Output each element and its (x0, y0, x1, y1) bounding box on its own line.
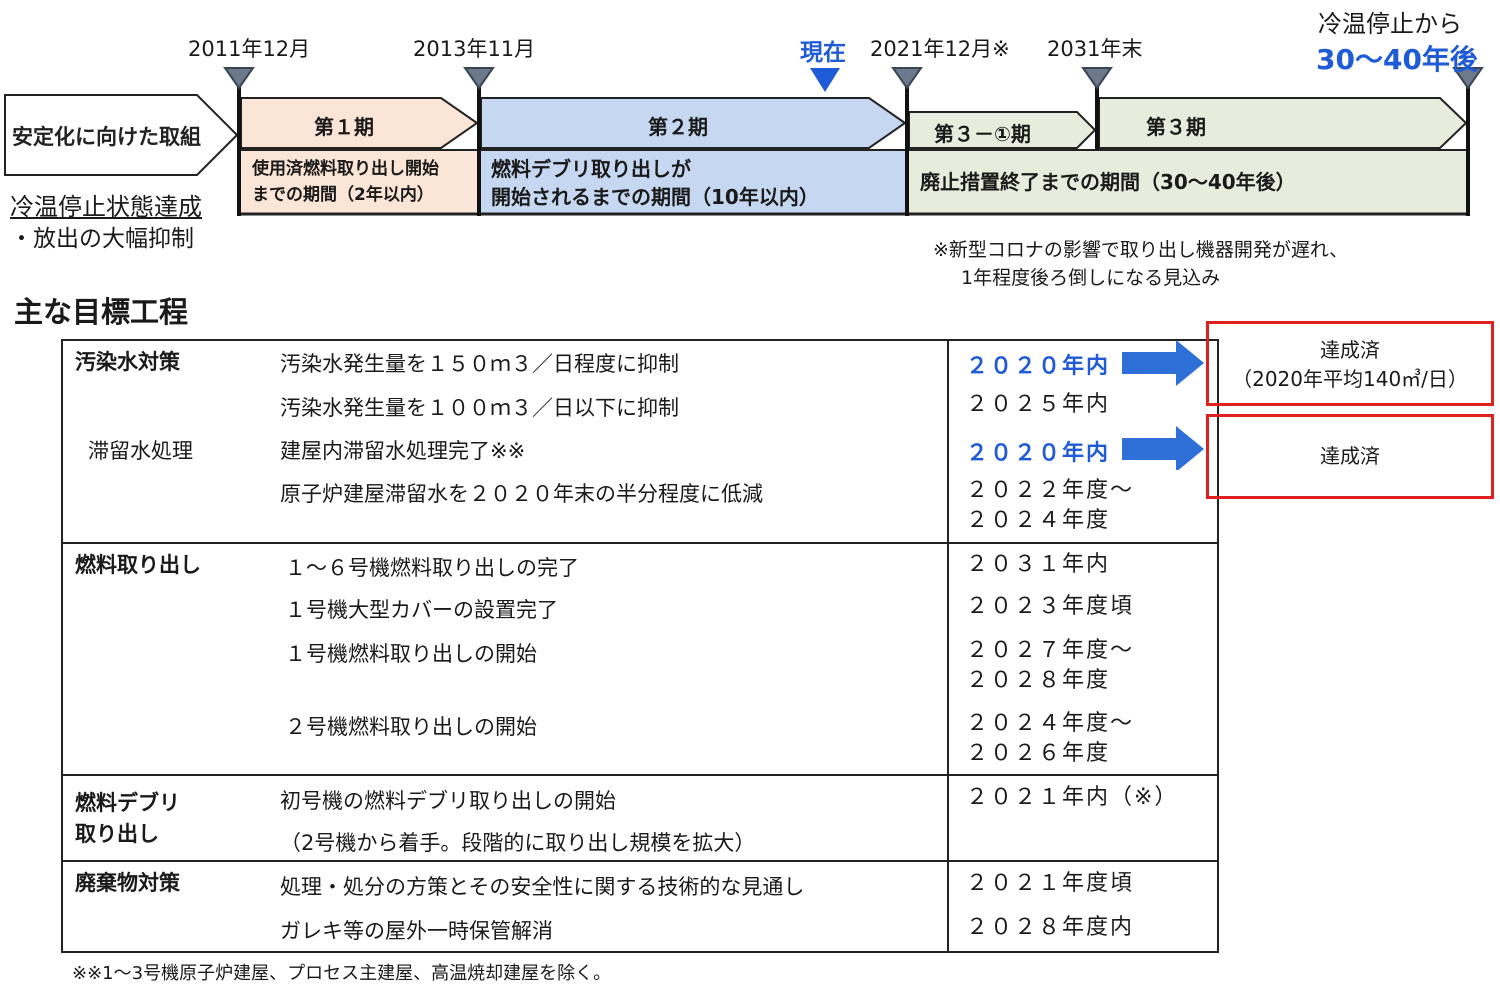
due-debris-1: ２０２１年内（※） (966, 785, 1179, 810)
date-2011: 2011年12月 (188, 37, 311, 61)
date-2021: 2021年12月※ (870, 37, 1010, 61)
category-fuel: 燃料取り出し (75, 553, 201, 577)
phase2-label: 第２期 (648, 115, 708, 139)
phase2-period-line2: 開始されるまでの期間（10年以内） (491, 185, 819, 209)
phase3-period: 廃止措置終了までの期間（30～40年後） (920, 170, 1296, 194)
goals-heading: 主な目標工程 (14, 295, 189, 329)
phase1-label: 第１期 (314, 115, 374, 139)
category-debris-line2: 取り出し (75, 822, 159, 846)
phase3-label: 第３期 (1146, 115, 1206, 139)
target-label-line1: 冷温停止から (1318, 10, 1462, 38)
item-fuel-3: １号機燃料取り出しの開始 (285, 642, 537, 666)
due-water-2: ２０２５年内 (966, 392, 1111, 417)
due-water-3: ２０２０年内 (966, 441, 1111, 466)
item-fuel-2: １号機大型カバーの設置完了 (285, 598, 558, 622)
achieved-box-1-line1: 達成済 (1320, 338, 1380, 362)
item-water-1: 汚染水発生量を１５０ｍ３／日程度に抑制 (280, 352, 679, 376)
suppression-label: ・放出の大幅抑制 (10, 226, 194, 252)
item-debris-1: 初号機の燃料デブリ取り出しの開始 (280, 789, 616, 813)
due-fuel-3b: ２０２８年度 (966, 668, 1111, 693)
due-waste-2: ２０２８年度内 (966, 915, 1135, 940)
achieved-box-1-line2: （2020年平均140㎥/日） (1232, 367, 1468, 391)
item-fuel-4: ２号機燃料取り出しの開始 (285, 715, 537, 739)
target-label-line2: 30～40年後 (1316, 43, 1478, 76)
phase3-1-label: 第３－①期 (934, 122, 1031, 146)
now-marker (810, 68, 840, 92)
item-water-2: 汚染水発生量を１００ｍ３／日以下に抑制 (280, 396, 679, 420)
now-label: 現在 (800, 40, 846, 66)
item-waste-1: 処理・処分の方策とその安全性に関する技術的な見通し (280, 875, 805, 899)
achieved-box-2-label: 達成済 (1320, 444, 1380, 468)
item-debris-2: （2号機から着手。段階的に取り出し規模を拡大） (280, 831, 756, 855)
footnote: ※※1～3号機原子炉建屋、プロセス主建屋、高温焼却建屋を除く。 (72, 963, 612, 984)
due-water-4b: ２０２４年度 (966, 508, 1111, 533)
due-water-4a: ２０２２年度～ (966, 478, 1135, 503)
phase1-period-line1: 使用済燃料取り出し開始 (252, 159, 439, 179)
due-water-1: ２０２０年内 (966, 354, 1111, 379)
phase2-period-line1: 燃料デブリ取り出しが (491, 157, 691, 181)
stabilization-label: 冷温停止状態達成 (10, 193, 202, 221)
achieved-arrow-1 (1122, 340, 1204, 386)
date-2013: 2013年11月 (413, 37, 536, 61)
due-fuel-4b: ２０２６年度 (966, 741, 1111, 766)
item-waste-2: ガレキ等の屋外一時保管解消 (280, 919, 553, 943)
due-fuel-4a: ２０２４年度～ (966, 711, 1135, 736)
achieved-box-2: 達成済 (1206, 414, 1494, 499)
subcategory-retained-water: 滞留水処理 (88, 439, 193, 463)
item-water-3: 建屋内滞留水処理完了※※ (280, 439, 526, 463)
category-debris-line1: 燃料デブリ (75, 791, 180, 815)
phase1-period-line2: までの期間（2年以内） (252, 185, 434, 205)
category-waste: 廃棄物対策 (75, 871, 180, 895)
corona-note-line1: ※新型コロナの影響で取り出し機器開発が遅れ、 (933, 239, 1349, 261)
milestone-marker-2011 (223, 67, 255, 90)
milestone-marker-2031 (1081, 67, 1113, 90)
milestone-marker-2021 (891, 67, 923, 90)
category-water: 汚染水対策 (75, 350, 180, 374)
due-fuel-2: ２０２３年度頃 (966, 594, 1135, 619)
due-fuel-3a: ２０２７年度～ (966, 638, 1135, 663)
due-fuel-1: ２０３１年内 (966, 552, 1111, 577)
due-waste-1: ２０２１年度頃 (966, 871, 1135, 896)
achieved-arrows (1122, 340, 1204, 470)
milestone-marker-2013 (463, 67, 495, 90)
date-2031: 2031年末 (1047, 37, 1143, 61)
item-fuel-1: １～６号機燃料取り出しの完了 (285, 556, 579, 580)
achieved-arrow-2 (1122, 426, 1204, 470)
item-water-4: 原子炉建屋滞留水を２０２０年末の半分程度に低減 (280, 482, 763, 506)
start-label: 安定化に向けた取組 (12, 125, 201, 149)
achieved-box-1: 達成済 （2020年平均140㎥/日） (1206, 321, 1494, 406)
corona-note-line2: 1年程度後ろ倒しになる見込み (961, 267, 1221, 289)
